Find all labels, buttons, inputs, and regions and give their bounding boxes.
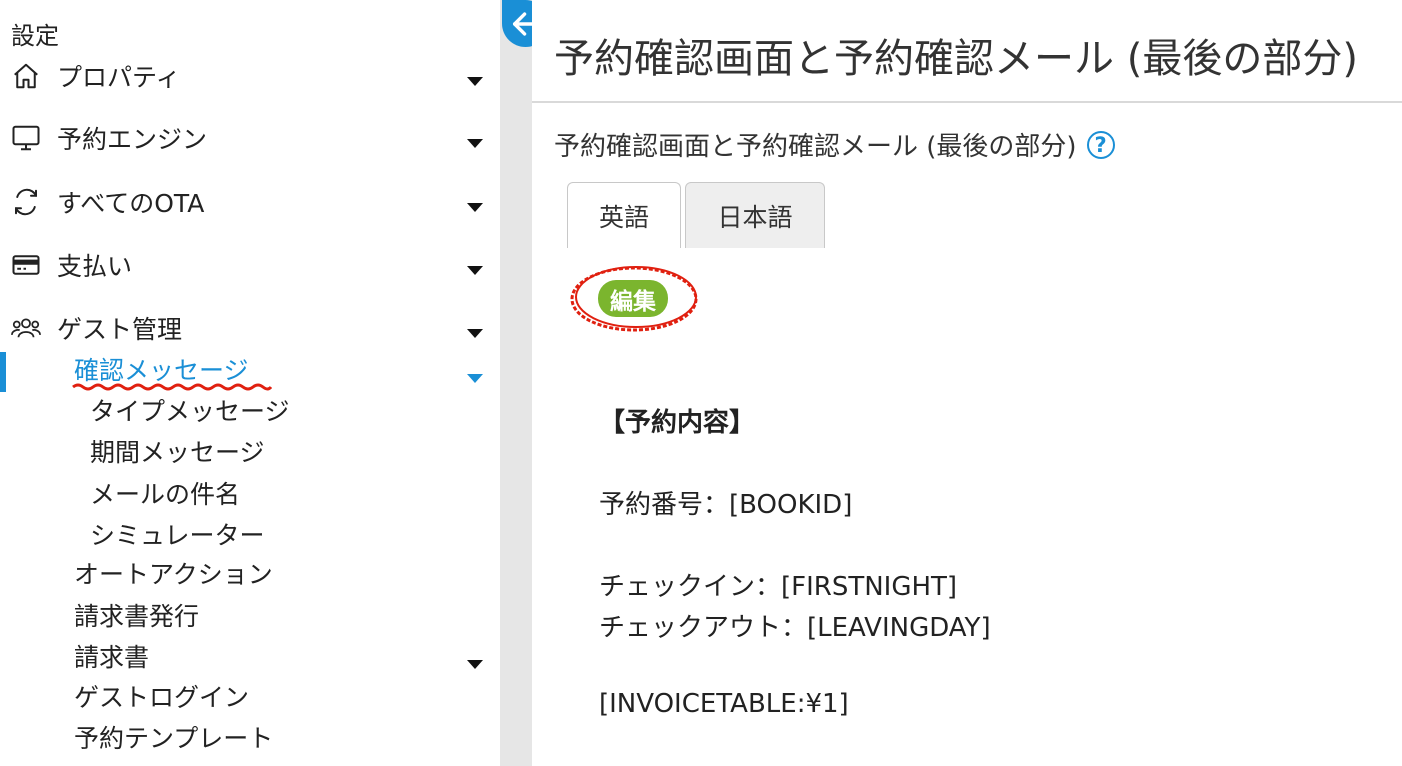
content-checkin: チェックイン：[FIRSTNIGHT]: [599, 572, 958, 602]
sidebar-subitem-email-subject[interactable]: メールの件名: [90, 477, 240, 513]
tab-japanese[interactable]: 日本語: [685, 182, 825, 248]
sidebar-item-booking-engine[interactable]: 予約エンジン: [0, 118, 500, 158]
home-icon: [10, 60, 42, 92]
sidebar-subitem-invoice-issuing[interactable]: 請求書発行: [74, 599, 199, 635]
sidebar-title: 設定: [11, 22, 59, 50]
sidebar-subitem-auto-actions[interactable]: オートアクション: [74, 557, 273, 593]
sidebar-subitem-guest-login[interactable]: ゲストログイン: [74, 680, 249, 716]
help-icon[interactable]: ?: [1086, 130, 1115, 159]
content-checkout: チェックアウト：[LEAVINGDAY]: [599, 613, 991, 643]
monitor-icon: [10, 122, 42, 154]
sidebar-item-label: プロパティ: [57, 63, 181, 92]
chevron-down-icon[interactable]: [467, 203, 483, 212]
section-title-text: 予約確認画面と予約確認メール (最後の部分): [554, 132, 1077, 162]
users-icon: [10, 312, 42, 344]
sidebar-item-label: すべてのOTA: [57, 189, 205, 218]
content-invoice: [INVOICETABLE:¥1]: [599, 689, 849, 719]
section-title: 予約確認画面と予約確認メール (最後の部分) ?: [554, 126, 1115, 163]
sync-icon: [10, 186, 42, 218]
chevron-down-icon[interactable]: [467, 266, 483, 275]
panel-divider: [500, 0, 532, 766]
edit-button[interactable]: 編集: [598, 280, 668, 317]
content-booking-id: 予約番号：[BOOKID]: [599, 490, 853, 520]
title-divider: [532, 101, 1402, 103]
annotation-underline: [72, 383, 272, 391]
sidebar-item-label: 支払い: [57, 252, 133, 281]
sidebar-subitem-type-messages[interactable]: タイプメッセージ: [90, 394, 290, 430]
active-indicator: [0, 352, 6, 392]
chevron-down-icon[interactable]: [467, 329, 483, 338]
edit-area: 編集: [570, 262, 704, 334]
sidebar-subitem-invoices[interactable]: 請求書: [74, 640, 149, 676]
sidebar-item-label: 予約エンジン: [57, 125, 208, 154]
sidebar-item-payments[interactable]: 支払い: [0, 245, 500, 285]
sidebar-subitem-booking-templates[interactable]: 予約テンプレート: [74, 721, 273, 757]
sidebar-subitem-simulator[interactable]: シミュレーター: [90, 518, 265, 554]
chevron-down-icon[interactable]: [467, 77, 483, 86]
tab-english[interactable]: 英語: [567, 182, 681, 248]
sidebar-item-guest-management[interactable]: ゲスト管理: [0, 308, 500, 348]
sidebar-item-property[interactable]: プロパティ: [0, 56, 500, 96]
sidebar-item-label: ゲスト管理: [57, 315, 183, 344]
content-heading: 【予約内容】: [599, 408, 756, 438]
chevron-down-icon[interactable]: [467, 660, 483, 669]
sidebar: 設定 プロパティ 予約エンジン すべてのOTA 支払い ゲスト管理 確認メッセー…: [0, 0, 500, 766]
sidebar-subitem-period-messages[interactable]: 期間メッセージ: [90, 435, 265, 471]
sidebar-item-all-ota[interactable]: すべてのOTA: [0, 182, 500, 222]
main-panel: 予約確認画面と予約確認メール (最後の部分) 予約確認画面と予約確認メール (最…: [532, 0, 1402, 766]
credit-card-icon: [10, 249, 42, 281]
chevron-down-icon[interactable]: [467, 374, 483, 383]
chevron-down-icon[interactable]: [467, 139, 483, 148]
page-title: 予約確認画面と予約確認メール (最後の部分): [554, 36, 1358, 82]
